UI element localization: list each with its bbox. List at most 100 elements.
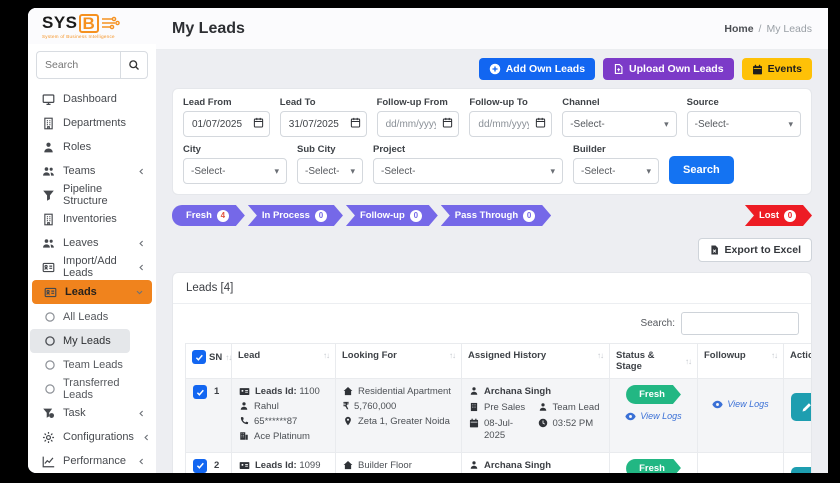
column-header-looking-for[interactable]: Looking For <box>342 350 397 361</box>
city-select[interactable]: -Select- ▾ <box>183 158 287 184</box>
edit-lead-button[interactable] <box>791 393 811 421</box>
followup-to-input[interactable] <box>469 111 553 137</box>
sidebar-item-transferred-leads[interactable]: Transferred Leads <box>30 377 154 401</box>
sidebar-item-label: Leads <box>65 286 97 298</box>
events-button[interactable]: Events <box>741 58 812 80</box>
view-logs-label: View Logs <box>727 473 768 474</box>
sidebar-item-task[interactable]: Task <box>30 401 154 425</box>
followup-view-logs-link[interactable]: View Logs <box>712 473 768 474</box>
brand-logo[interactable]: SYS B System of Business Intelligence <box>28 8 156 44</box>
channel-select[interactable]: -Select- ▾ <box>562 111 677 137</box>
sidebar-item-my-leads[interactable]: My Leads <box>30 329 130 353</box>
sidebar-search-button[interactable] <box>120 51 148 79</box>
sort-icon[interactable]: ↑↓ <box>685 357 692 366</box>
sidebar-item-team-leads[interactable]: Team Leads <box>30 353 154 377</box>
stage-in-process[interactable]: In Process 0 <box>248 205 343 226</box>
lead-id-value: 1100 <box>299 386 320 397</box>
stage-pass-through[interactable]: Pass Through 0 <box>441 205 551 226</box>
caret-down-icon: ▾ <box>274 165 279 176</box>
edit-lead-button[interactable] <box>791 466 811 473</box>
source-select[interactable]: -Select- ▾ <box>686 111 801 137</box>
person-icon <box>240 402 248 410</box>
sidebar-item-pipeline-structure[interactable]: Pipeline Structure <box>30 183 154 207</box>
sort-icon[interactable]: ↑↓ <box>225 353 232 362</box>
person-icon <box>44 142 53 152</box>
property-type: Builder Floor <box>358 459 412 471</box>
export-row: Export to Excel <box>172 238 812 262</box>
builder-label: Builder <box>573 144 606 155</box>
stage-label: Lost <box>758 210 779 221</box>
sidebar-item-departments[interactable]: Departments <box>30 111 154 135</box>
builder-select[interactable]: -Select- ▾ <box>573 158 659 184</box>
column-header-actions[interactable]: Actions <box>790 350 811 361</box>
search-button[interactable]: Search <box>669 156 734 184</box>
assigned-department: Pre Sales <box>484 401 526 413</box>
sort-icon[interactable]: ↑↓ <box>323 351 330 360</box>
stage-lost[interactable]: Lost 0 <box>745 205 812 226</box>
calendar-icon <box>469 418 479 428</box>
column-header-sn[interactable]: SN <box>209 352 222 363</box>
status-badge[interactable]: Fresh <box>626 459 681 474</box>
add-own-leads-label: Add Own Leads <box>505 63 586 75</box>
actions-row: Add Own Leads Upload Own Leads Events <box>172 58 812 80</box>
caret-down-icon: ▾ <box>788 118 793 129</box>
sub-city-select[interactable]: -Select- ▾ <box>297 158 363 184</box>
sort-icon[interactable]: ↑↓ <box>597 351 604 360</box>
followup-view-logs-link[interactable]: View Logs <box>712 399 769 409</box>
stage-count-badge: 0 <box>523 210 535 222</box>
sidebar-search-input[interactable] <box>36 51 120 79</box>
sidebar-item-import-add-leads[interactable]: Import/Add Leads <box>30 255 154 279</box>
status-view-logs-link[interactable]: View Logs <box>625 411 682 421</box>
id-card-icon <box>42 262 55 272</box>
followup-from-input[interactable] <box>376 111 460 137</box>
sidebar-item-performance[interactable]: Performance <box>30 449 154 473</box>
sidebar-item-inventories[interactable]: Inventories <box>30 207 154 231</box>
stage-fresh[interactable]: Fresh 4 <box>172 205 245 226</box>
stage-label: Pass Through <box>454 210 519 221</box>
sidebar-item-label: Task <box>63 407 86 419</box>
channel-select-value: -Select- <box>570 118 605 130</box>
sidebar-item-teams[interactable]: Teams <box>30 159 154 183</box>
sidebar-item-leaves[interactable]: Leaves <box>30 231 154 255</box>
column-header-lead[interactable]: Lead <box>238 350 260 361</box>
sort-icon[interactable]: ↑↓ <box>771 351 778 360</box>
events-label: Events <box>767 63 802 75</box>
lead-to-input[interactable] <box>279 111 367 137</box>
caret-down-icon: ▾ <box>550 165 555 176</box>
export-to-excel-button[interactable]: Export to Excel <box>697 238 812 262</box>
stage-label: Fresh <box>186 210 212 221</box>
screen-frame: SYS B System of Business Intelligence Da… <box>0 0 840 483</box>
chevron-down-icon <box>136 290 143 294</box>
radio-circle-icon <box>45 360 55 370</box>
column-header-assigned-history[interactable]: Assigned History <box>468 350 546 361</box>
select-all-checkbox[interactable] <box>192 350 206 364</box>
add-own-leads-button[interactable]: Add Own Leads <box>478 58 596 80</box>
chevron-left-icon <box>144 434 148 440</box>
lead-from-input[interactable] <box>183 111 270 137</box>
column-header-followup[interactable]: Followup <box>704 350 746 361</box>
upload-own-leads-button[interactable]: Upload Own Leads <box>603 58 734 80</box>
breadcrumb: Home / My Leads <box>724 23 812 35</box>
sidebar-item-label: Leaves <box>63 237 99 249</box>
sidebar-item-label: Transferred Leads <box>63 377 120 401</box>
table-header-row: SN ↑↓ Lead ↑↓ Looking For ↑↓ Assigned Hist… <box>185 343 811 379</box>
row-checkbox[interactable] <box>193 385 207 399</box>
sort-icon[interactable]: ↑↓ <box>449 351 456 360</box>
column-header-status-stage[interactable]: Status & Stage <box>616 350 682 372</box>
caret-down-icon: ▾ <box>350 165 355 176</box>
lead-id-label: Leads Id: <box>255 386 297 397</box>
breadcrumb-home-link[interactable]: Home <box>724 23 753 35</box>
stage-follow-up[interactable]: Follow-up 0 <box>346 205 438 226</box>
row-checkbox[interactable] <box>193 458 207 473</box>
sidebar-item-dashboard[interactable]: Dashboard <box>30 87 154 111</box>
sidebar-item-leads[interactable]: Leads <box>32 280 152 304</box>
file-upload-icon <box>614 63 623 75</box>
status-badge[interactable]: Fresh <box>626 385 681 404</box>
project-select[interactable]: -Select- ▾ <box>373 158 563 184</box>
sidebar-item-configurations[interactable]: Configurations <box>30 425 154 449</box>
sidebar-item-all-leads[interactable]: All Leads <box>30 305 154 329</box>
table-search-input[interactable] <box>681 312 799 335</box>
sidebar-item-roles[interactable]: Roles <box>30 135 154 159</box>
id-card-icon <box>239 388 250 395</box>
calendar-icon <box>752 64 762 74</box>
